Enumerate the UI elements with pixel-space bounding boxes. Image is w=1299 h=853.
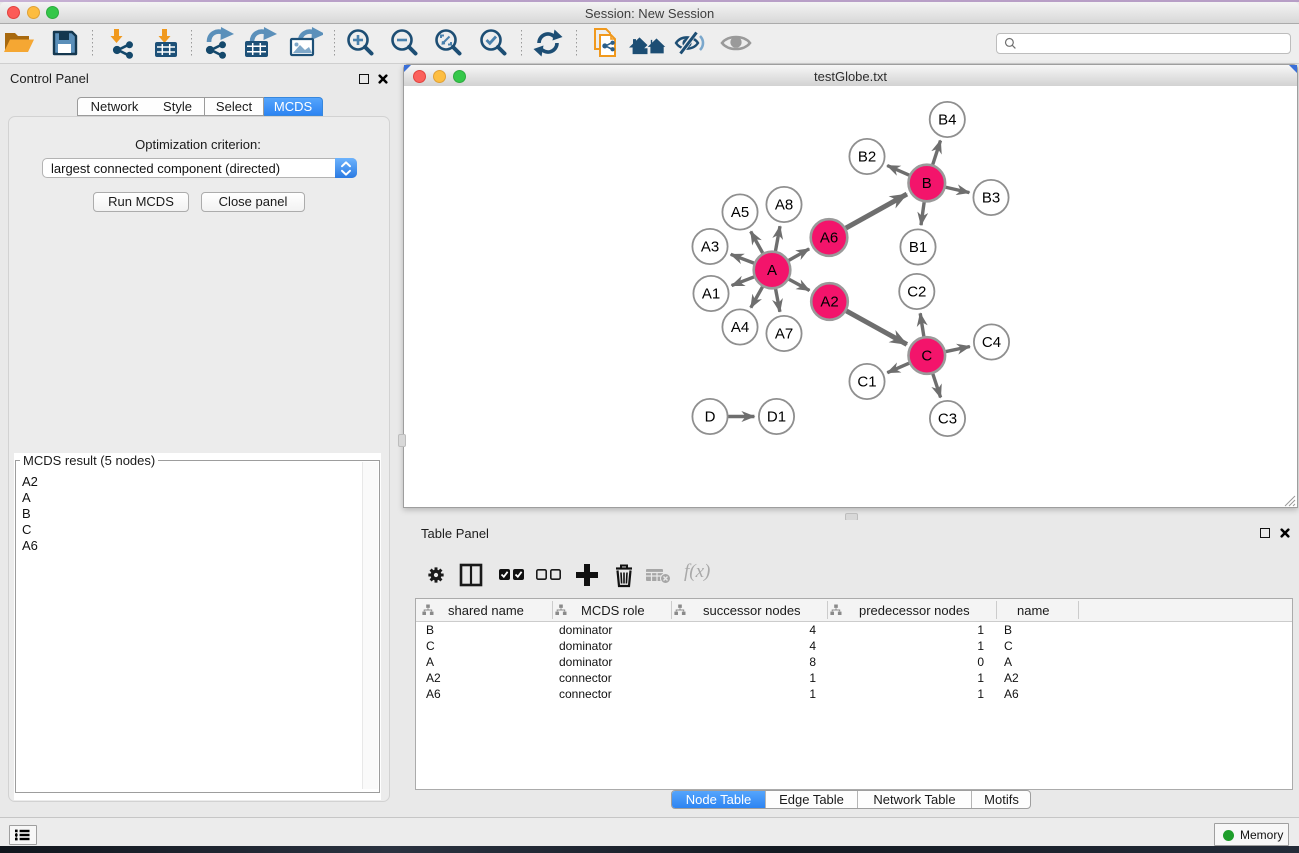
svg-text:C2: C2 xyxy=(907,284,926,301)
svg-text:A1: A1 xyxy=(702,286,720,303)
svg-text:B: B xyxy=(922,175,932,192)
svg-text:D1: D1 xyxy=(767,409,786,426)
svg-text:C1: C1 xyxy=(857,374,876,391)
svg-text:A3: A3 xyxy=(701,239,719,256)
svg-text:C: C xyxy=(921,348,932,365)
svg-text:C4: C4 xyxy=(982,334,1001,351)
svg-text:B2: B2 xyxy=(858,149,876,166)
svg-text:B1: B1 xyxy=(909,239,927,256)
svg-text:B4: B4 xyxy=(938,112,956,129)
svg-text:D: D xyxy=(705,409,716,426)
svg-text:A6: A6 xyxy=(820,230,838,247)
svg-text:A7: A7 xyxy=(775,326,793,343)
svg-text:A: A xyxy=(767,262,777,279)
svg-text:A8: A8 xyxy=(775,197,793,214)
svg-text:C3: C3 xyxy=(938,411,957,428)
svg-text:A5: A5 xyxy=(731,204,749,221)
svg-text:A2: A2 xyxy=(820,294,838,311)
svg-text:A4: A4 xyxy=(731,319,749,336)
svg-text:B3: B3 xyxy=(982,190,1000,207)
